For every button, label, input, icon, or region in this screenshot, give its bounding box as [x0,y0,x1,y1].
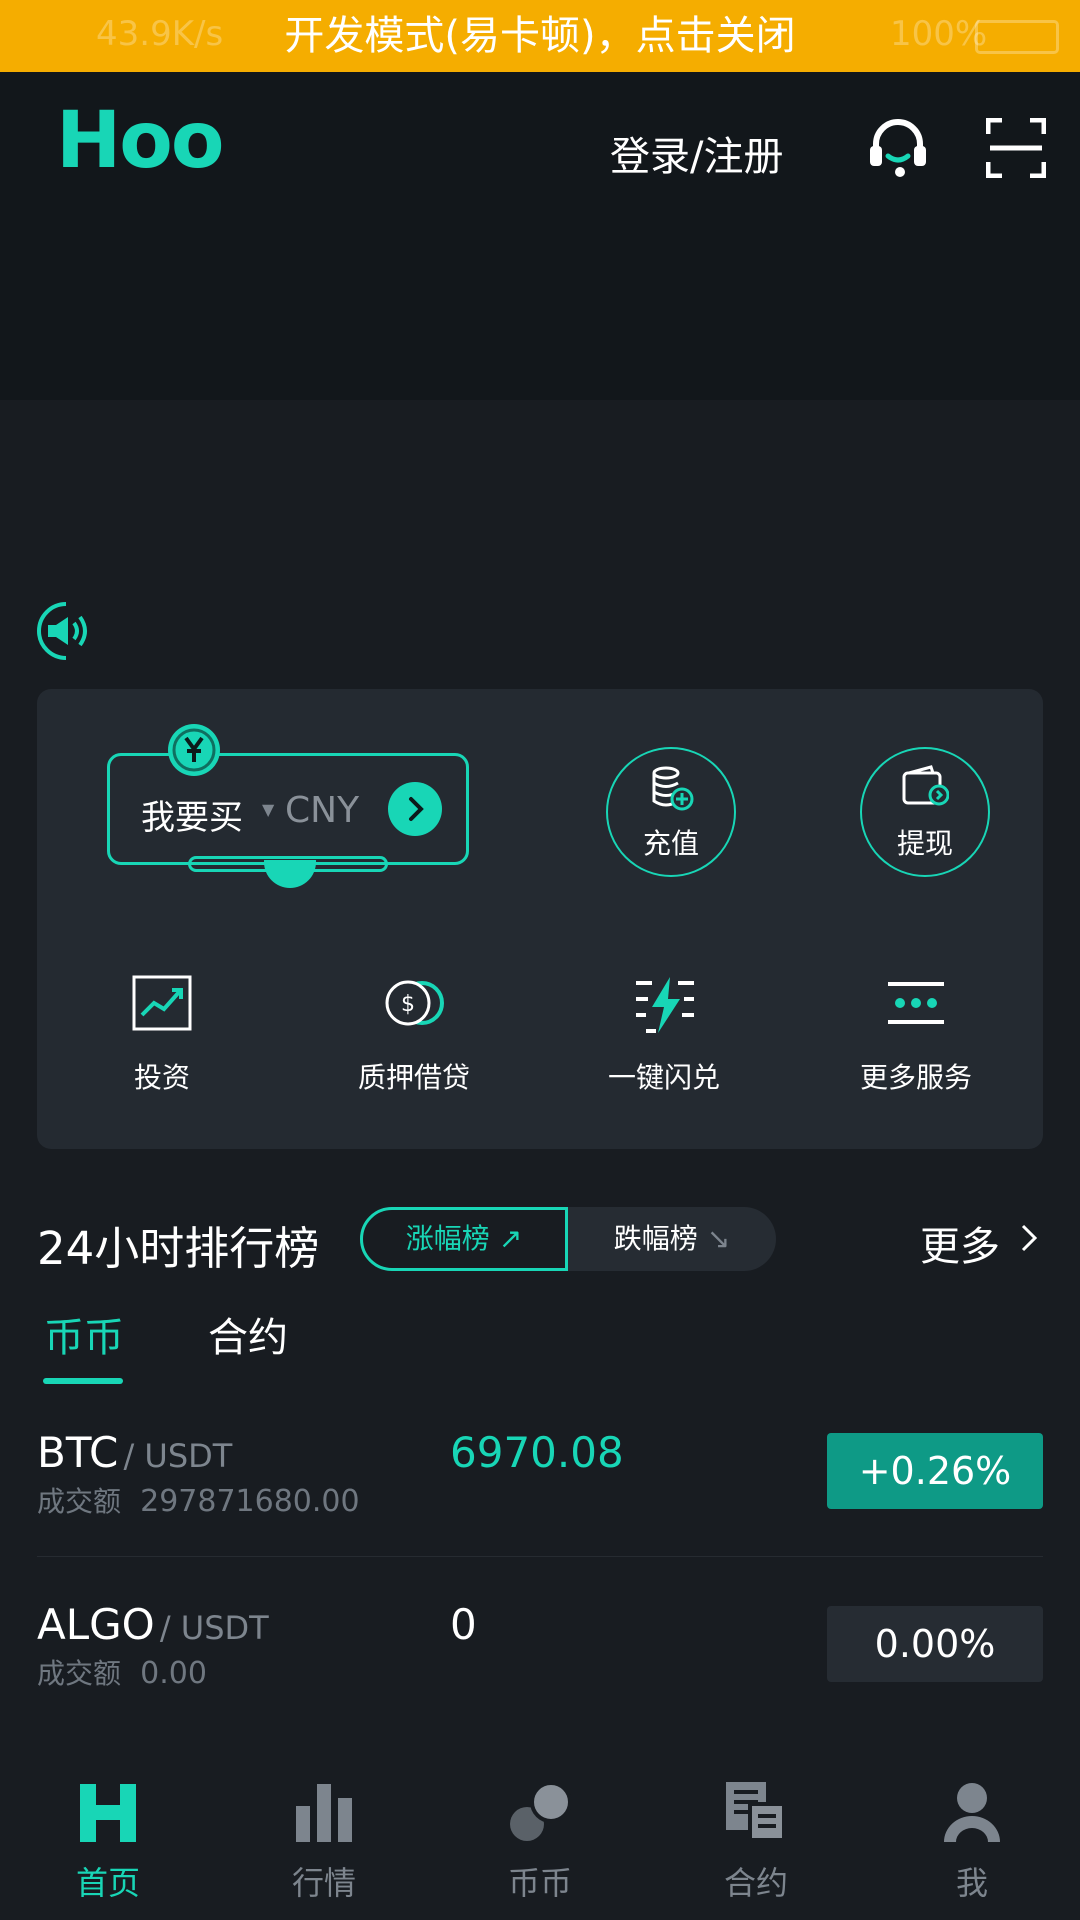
pair-base: BTC [37,1428,119,1477]
pair-name: ALGO / USDT [37,1600,269,1649]
home-h-icon [80,1784,136,1842]
service-more-label: 更多服务 [859,1061,972,1094]
svg-text:$: $ [401,992,415,1017]
login-register-link[interactable]: 登录/注册 [610,124,783,182]
document-icon [726,1782,786,1842]
chart-up-icon [132,975,192,1031]
pair-base: ALGO [37,1600,155,1649]
active-tab-indicator [43,1378,123,1384]
service-pledge-loan-label: 质押借贷 [357,1061,470,1094]
change-badge[interactable]: +0.26% [827,1433,1043,1509]
row-divider [37,1556,1043,1557]
volume-label: 成交额 [37,1485,122,1518]
gainers-tab-label: 涨幅榜 [405,1222,490,1255]
bar-chart-icon [296,1784,352,1842]
arrow-up-right-icon: ↗ [498,1222,523,1255]
yuan-coin-icon [168,724,220,776]
more-link-label: 更多 [920,1224,1000,1270]
nav-contract-label: 合约 [723,1864,788,1902]
arrow-down-right-icon: ↘ [706,1222,731,1255]
last-price: 0 [450,1600,477,1649]
nav-market-label: 行情 [291,1864,356,1902]
volume-value: 0.00 [140,1656,207,1691]
dev-mode-text[interactable]: 开发模式(易卡顿)，点击关闭 [0,0,1080,72]
service-invest-label: 投资 [133,1061,190,1094]
volume-line: 成交额 0.00 [37,1652,207,1692]
user-icon [944,1783,1000,1842]
pair-sep: / [123,1437,145,1475]
announcement-speaker-icon[interactable] [36,601,96,661]
deposit-coins-icon [652,766,694,811]
tab-contract[interactable]: 合约 [208,1305,288,1363]
last-price: 6970.08 [450,1428,624,1477]
buy-currency[interactable]: CNY [285,790,359,831]
chevron-right-icon[interactable] [1018,1222,1040,1254]
withdraw-label: 提现 [896,827,953,860]
nav-home-label: 首页 [75,1864,140,1902]
buy-label: 我要买 [141,798,243,838]
pair-quote: USDT [144,1437,233,1475]
more-link[interactable]: 更多 [920,1214,1000,1272]
losers-tab[interactable]: 跌幅榜 ↘ [568,1207,776,1271]
tab-spot[interactable]: 币币 [44,1305,124,1363]
change-badge[interactable]: 0.00% [827,1606,1043,1682]
coins-icon [510,1782,571,1841]
coin-dollar-icon: $ [385,980,444,1026]
pair-name: BTC / USDT [37,1428,232,1477]
customer-service-icon[interactable] [866,116,930,180]
more-dots-icon [888,982,944,1024]
service-flash-swap-label: 一键闪兑 [607,1061,720,1094]
pair-sep: / [159,1609,181,1647]
losers-tab-label: 跌幅榜 [613,1222,698,1255]
deposit-label: 充值 [642,827,699,860]
ranking-title: 24小时排行榜 [37,1222,320,1275]
lightning-icon [636,977,694,1033]
buy-go-arrow-icon[interactable] [388,782,442,836]
scan-icon[interactable] [986,118,1046,178]
volume-label: 成交额 [37,1657,122,1690]
volume-line: 成交额 297871680.00 [37,1480,360,1520]
chevron-down-icon[interactable]: ▼ [262,800,274,819]
app-logo: Hoo [56,96,224,186]
nav-spot-label: 币币 [507,1864,572,1902]
volume-value: 297871680.00 [140,1484,360,1519]
withdraw-wallet-icon [902,765,949,806]
pair-quote: USDT [180,1609,269,1647]
nav-me-label: 我 [955,1864,988,1902]
gainers-tab-text[interactable]: 涨幅榜 ↗ [360,1207,568,1271]
